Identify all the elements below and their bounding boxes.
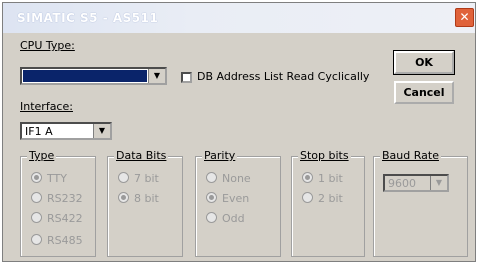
radio-label: RS422 [47,212,83,225]
data-bits-radio-8[interactable]: 8 bit [118,192,159,205]
type-radio-rs485[interactable]: RS485 [31,234,83,247]
radio-icon [302,192,313,203]
radio-label: Odd [222,212,245,225]
title-bar[interactable]: SIMATIC S5 - AS511 ✕ [3,3,475,33]
chevron-down-icon[interactable]: ▼ [430,176,447,190]
radio-icon [206,212,217,223]
stop-bits-radio-1[interactable]: 1 bit [302,172,343,185]
radio-icon [206,172,217,183]
radio-icon [31,212,42,223]
radio-label: TTY [47,172,67,185]
radio-icon [31,234,42,245]
radio-label: RS232 [47,192,83,205]
baud-rate-group-caption: Baud Rate [380,149,441,162]
baud-rate-group: Baud Rate 9600 ▼ [373,149,468,257]
type-radio-rs422[interactable]: RS422 [31,212,83,225]
type-radio-tty[interactable]: TTY [31,172,67,185]
radio-label: 2 bit [318,192,343,205]
interface-select[interactable]: IF1 A ▼ [20,122,112,140]
radio-selected-icon [302,172,313,183]
interface-value: IF1 A [25,125,53,138]
cpu-type-label: CPU Type: [20,39,75,52]
parity-group-caption: Parity [202,149,238,162]
ok-button[interactable]: OK [393,50,455,75]
parity-group: Parity None Even Odd [195,149,281,257]
radio-selected-icon [206,192,217,203]
parity-radio-odd[interactable]: Odd [206,212,245,225]
parity-radio-none[interactable]: None [206,172,251,185]
radio-icon [31,192,42,203]
radio-icon [118,172,129,183]
stop-bits-radio-2[interactable]: 2 bit [302,192,343,205]
data-bits-group: Data Bits 7 bit 8 bit [107,149,183,257]
data-bits-group-caption: Data Bits [114,149,169,162]
cpu-type-value [23,70,147,82]
radio-label: 1 bit [318,172,343,185]
radio-label: RS485 [47,234,83,247]
db-address-list-label: DB Address List Read Cyclically [197,70,370,83]
stop-bits-group: Stop bits 1 bit 2 bit [291,149,365,257]
radio-label: Even [222,192,250,205]
parity-radio-even[interactable]: Even [206,192,249,205]
data-bits-radio-7[interactable]: 7 bit [118,172,159,185]
chevron-down-icon[interactable]: ▼ [93,124,110,138]
radio-label: None [222,172,251,185]
radio-label: 8 bit [134,192,159,205]
radio-selected-icon [31,172,42,183]
close-button[interactable]: ✕ [455,8,474,27]
stop-bits-group-caption: Stop bits [298,149,351,162]
cancel-button[interactable]: Cancel [394,81,454,104]
type-group: Type TTY RS232 RS422 RS485 [20,149,96,257]
type-radio-rs232[interactable]: RS232 [31,192,83,205]
radio-selected-icon [118,192,129,203]
chevron-down-icon[interactable]: ▼ [148,69,165,83]
db-address-list-checkbox[interactable] [181,72,192,83]
baud-rate-select[interactable]: 9600 ▼ [383,174,449,192]
type-group-caption: Type [27,149,57,162]
radio-label: 7 bit [134,172,159,185]
dialog-window: SIMATIC S5 - AS511 ✕ CPU Type: ▼ DB Addr… [2,2,476,262]
interface-label: Interface: [20,100,73,113]
cpu-type-select[interactable]: ▼ [20,67,167,85]
close-icon: ✕ [459,10,470,24]
window-title: SIMATIC S5 - AS511 [17,11,159,25]
baud-rate-value: 9600 [388,177,416,190]
